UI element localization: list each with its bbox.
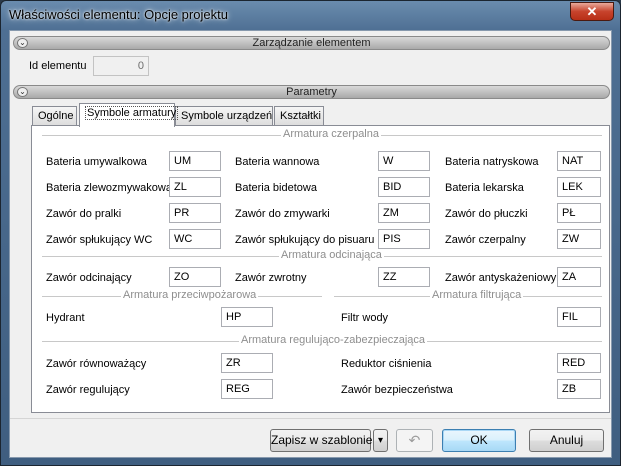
label-zawor-zwrotny: Zawór zwrotny bbox=[235, 272, 307, 284]
label-zawor-rownowazacy: Zawór równoważący bbox=[46, 358, 147, 370]
tab-ogolne[interactable]: Ogólne bbox=[32, 106, 77, 126]
ok-button[interactable]: OK bbox=[442, 429, 516, 452]
window-title: Właściwości elementu: Opcje projektu bbox=[9, 7, 228, 22]
group-title-odcinajaca: Armatura odcinająca bbox=[279, 249, 384, 261]
input-zawor-odcinajacy[interactable]: ZO bbox=[169, 267, 221, 287]
input-bateria-natryskowa[interactable]: NAT bbox=[557, 151, 601, 171]
dialog-window: Właściwości elementu: Opcje projektu ✕ ⌄… bbox=[0, 0, 621, 466]
label-filtr-wody: Filtr wody bbox=[341, 312, 389, 324]
label-bateria-zlewozmywakowa: Bateria zlewozmywakowa bbox=[46, 182, 172, 194]
label-bateria-wannowa: Bateria wannowa bbox=[235, 156, 320, 168]
section-manage-header[interactable]: ⌄ Zarządzanie elementem bbox=[13, 36, 610, 50]
input-zawor-regulujacy[interactable]: REG bbox=[221, 379, 273, 399]
group-title-filtrujaca: Armatura filtrująca bbox=[430, 289, 524, 301]
label-zawor-splukujacy-pisuar: Zawór spłukujący do pisuaru bbox=[235, 234, 375, 246]
save-template-dropdown-button[interactable]: ▾ bbox=[373, 429, 388, 452]
label-zawor-bezpieczenstwa: Zawór bezpieczeństwa bbox=[341, 384, 453, 396]
input-bateria-wannowa[interactable]: W bbox=[378, 151, 430, 171]
input-zawor-czerpalny[interactable]: ZW bbox=[557, 229, 601, 249]
input-bateria-lekarska[interactable]: LEK bbox=[557, 177, 601, 197]
label-hydrant: Hydrant bbox=[46, 312, 85, 324]
tab-ksztaltki[interactable]: Kształtki bbox=[274, 106, 324, 126]
input-zawor-splukujacy-wc[interactable]: WC bbox=[169, 229, 221, 249]
footer-divider bbox=[10, 418, 611, 419]
tab-label: Kształtki bbox=[280, 110, 321, 122]
save-template-button[interactable]: Zapisz w szablonie bbox=[270, 429, 372, 452]
group-title-przeciwpozarowa: Armatura przeciwpożarowa bbox=[121, 289, 259, 301]
undo-icon: ↶ bbox=[408, 432, 421, 448]
id-label: Id elementu bbox=[29, 60, 87, 72]
undo-button[interactable]: ↶ bbox=[396, 429, 433, 452]
title-bar[interactable]: Właściwości elementu: Opcje projektu ✕ bbox=[1, 1, 620, 29]
label-zawor-pluczki: Zawór do płuczki bbox=[445, 208, 528, 220]
id-field: 0 bbox=[93, 56, 149, 76]
label-bateria-umywalkowa: Bateria umywalkowa bbox=[46, 156, 147, 168]
label-zawor-czerpalny: Zawór czerpalny bbox=[445, 234, 526, 246]
tab-panel-symbole-armatury: Armatura czerpalna Bateria umywalkowa UM… bbox=[31, 125, 610, 413]
tab-label: Ogólne bbox=[38, 110, 74, 122]
chevron-down-icon: ▾ bbox=[377, 435, 384, 446]
label-zawor-zmywarki: Zawór do zmywarki bbox=[235, 208, 330, 220]
group-title-czerpalna: Armatura czerpalna bbox=[281, 128, 381, 140]
input-hydrant[interactable]: HP bbox=[221, 307, 273, 327]
label-zawor-odcinajacy: Zawór odcinający bbox=[46, 272, 132, 284]
collapse-chevron-icon[interactable]: ⌄ bbox=[17, 38, 28, 48]
input-zawor-zwrotny[interactable]: ZZ bbox=[378, 267, 430, 287]
label-bateria-lekarska: Bateria lekarska bbox=[445, 182, 524, 194]
tab-label: Symbole armatury bbox=[85, 106, 179, 120]
input-zawor-rownowazacy[interactable]: ZR bbox=[221, 353, 273, 373]
input-bateria-umywalkowa[interactable]: UM bbox=[169, 151, 221, 171]
tab-label: Symbole urządzeń bbox=[181, 110, 273, 122]
input-zawor-zmywarki[interactable]: ZM bbox=[378, 203, 430, 223]
label-zawor-pralki: Zawór do pralki bbox=[46, 208, 122, 220]
input-reduktor-cisnienia[interactable]: RED bbox=[557, 353, 601, 373]
input-zawor-splukujacy-pisuar[interactable]: PIS bbox=[378, 229, 430, 249]
input-zawor-pluczki[interactable]: PŁ bbox=[557, 203, 601, 223]
label-reduktor-cisnienia: Reduktor ciśnienia bbox=[341, 358, 432, 370]
collapse-chevron-icon[interactable]: ⌄ bbox=[17, 87, 28, 97]
input-zawor-antyskazeniowy[interactable]: ZA bbox=[557, 267, 601, 287]
label-bateria-natryskowa: Bateria natryskowa bbox=[445, 156, 539, 168]
cancel-button[interactable]: Anuluj bbox=[529, 429, 604, 452]
section-params-header[interactable]: ⌄ Parametry bbox=[13, 85, 610, 99]
input-zawor-pralki[interactable]: PR bbox=[169, 203, 221, 223]
input-bateria-bidetowa[interactable]: BID bbox=[378, 177, 430, 197]
dialog-client-area: ⌄ Zarządzanie elementem Id elementu 0 ⌄ … bbox=[9, 30, 612, 458]
label-zawor-splukujacy-wc: Zawór spłukujący WC bbox=[46, 234, 153, 246]
label-zawor-antyskazeniowy: Zawór antyskażeniowy bbox=[445, 272, 557, 284]
tab-symbole-armatury[interactable]: Symbole armatury bbox=[79, 103, 179, 127]
input-filtr-wody[interactable]: FIL bbox=[557, 307, 601, 327]
input-bateria-zlewozmywakowa[interactable]: ZL bbox=[169, 177, 221, 197]
group-title-regulujaco: Armatura regulująco-zabezpieczająca bbox=[239, 334, 428, 346]
close-button[interactable]: ✕ bbox=[570, 2, 614, 21]
input-zawor-bezpieczenstwa[interactable]: ZB bbox=[557, 379, 601, 399]
tab-symbole-urzadzen[interactable]: Symbole urządzeń bbox=[175, 106, 273, 126]
section-manage-title: Zarządzanie elementem bbox=[252, 37, 371, 49]
label-bateria-bidetowa: Bateria bidetowa bbox=[235, 182, 317, 194]
label-zawor-regulujacy: Zawór regulujący bbox=[46, 384, 130, 396]
section-params-title: Parametry bbox=[286, 86, 337, 98]
